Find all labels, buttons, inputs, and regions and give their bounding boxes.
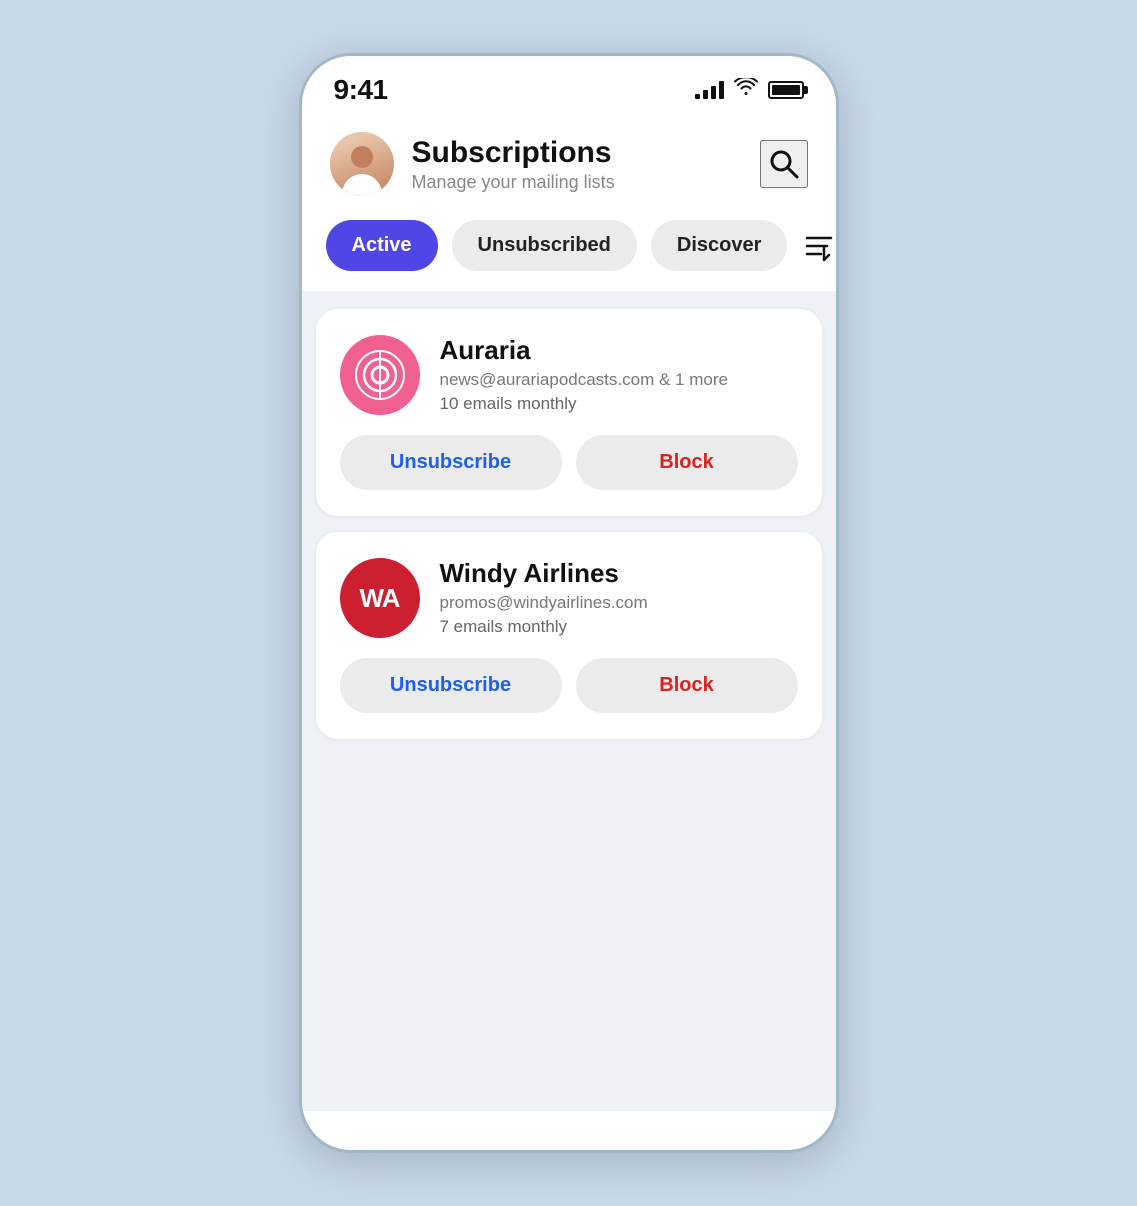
wifi-icon xyxy=(734,78,758,102)
search-button[interactable] xyxy=(760,140,808,188)
battery-icon xyxy=(768,81,804,99)
windy-actions: Unsubscribe Block xyxy=(340,658,798,713)
windy-frequency: 7 emails monthly xyxy=(440,617,798,637)
auraria-unsubscribe-button[interactable]: Unsubscribe xyxy=(340,435,562,490)
sort-button[interactable] xyxy=(801,222,837,270)
windy-block-button[interactable]: Block xyxy=(576,658,798,713)
avatar-face xyxy=(330,132,394,196)
battery-fill xyxy=(772,85,800,95)
auraria-info: Auraria news@aurariapodcasts.com & 1 mor… xyxy=(440,335,798,414)
card-top-windy: WA Windy Airlines promos@windyairlines.c… xyxy=(340,558,798,638)
page-title: Subscriptions xyxy=(412,136,760,169)
windy-name: Windy Airlines xyxy=(440,558,798,589)
subscription-card-windy: WA Windy Airlines promos@windyairlines.c… xyxy=(316,532,822,739)
page-subtitle: Manage your mailing lists xyxy=(412,172,760,193)
auraria-name: Auraria xyxy=(440,335,798,366)
auraria-block-button[interactable]: Block xyxy=(576,435,798,490)
avatar xyxy=(330,132,394,196)
auraria-logo xyxy=(340,335,420,415)
windy-info: Windy Airlines promos@windyairlines.com … xyxy=(440,558,798,637)
status-icons xyxy=(695,78,804,102)
filter-bar: Active Unsubscribed Discover xyxy=(302,212,836,291)
tab-active[interactable]: Active xyxy=(326,220,438,271)
signal-bar-1 xyxy=(695,94,700,99)
windy-email: promos@windyairlines.com xyxy=(440,593,798,613)
signal-bar-3 xyxy=(711,86,716,99)
tab-discover[interactable]: Discover xyxy=(651,220,788,271)
windy-logo: WA xyxy=(340,558,420,638)
status-bar: 9:41 xyxy=(302,56,836,116)
status-time: 9:41 xyxy=(334,74,388,106)
content-area: Auraria news@aurariapodcasts.com & 1 mor… xyxy=(302,291,836,1111)
signal-bar-4 xyxy=(719,81,724,99)
header: Subscriptions Manage your mailing lists xyxy=(302,116,836,212)
header-text: Subscriptions Manage your mailing lists xyxy=(412,136,760,193)
auraria-email: news@aurariapodcasts.com & 1 more xyxy=(440,370,798,390)
signal-bar-2 xyxy=(703,90,708,99)
auraria-frequency: 10 emails monthly xyxy=(440,394,798,414)
tab-unsubscribed[interactable]: Unsubscribed xyxy=(452,220,637,271)
windy-logo-text: WA xyxy=(360,583,400,614)
auraria-actions: Unsubscribe Block xyxy=(340,435,798,490)
windy-unsubscribe-button[interactable]: Unsubscribe xyxy=(340,658,562,713)
signal-bars-icon xyxy=(695,81,724,99)
phone-frame: 9:41 xyxy=(299,53,839,1153)
subscription-card-auraria: Auraria news@aurariapodcasts.com & 1 mor… xyxy=(316,309,822,516)
card-top-auraria: Auraria news@aurariapodcasts.com & 1 mor… xyxy=(340,335,798,415)
